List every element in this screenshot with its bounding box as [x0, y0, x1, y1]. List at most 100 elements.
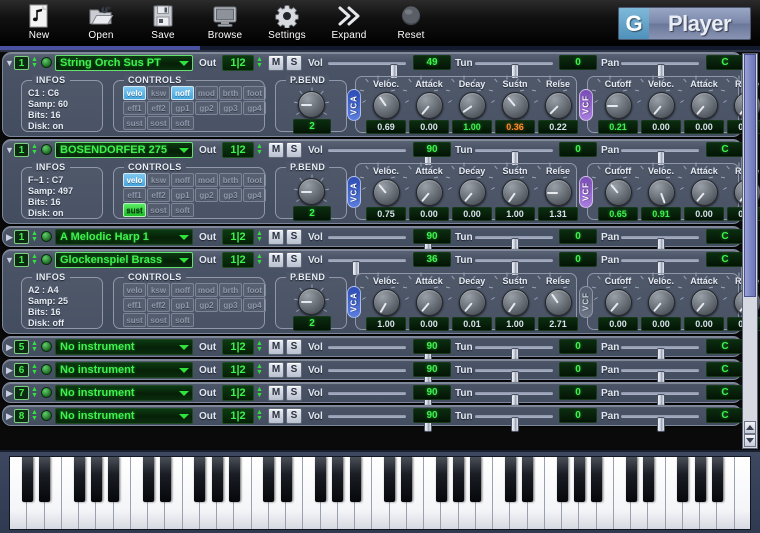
pan-slider[interactable]	[621, 392, 699, 395]
pan-slider[interactable]	[621, 346, 699, 349]
channel-strip[interactable]: ▶6▲▼No instrumentOut1|2▲▼MSVol90Tun0PanC	[2, 359, 742, 380]
black-key[interactable]	[212, 457, 223, 502]
tune-slider[interactable]	[475, 346, 553, 349]
instrument-select[interactable]: No instrument	[55, 339, 193, 355]
toolbar-button-new[interactable]: New	[8, 0, 70, 48]
pan-slider[interactable]	[621, 259, 699, 262]
chevron-down-icon[interactable]	[179, 258, 189, 263]
tune-slider[interactable]	[475, 392, 553, 395]
expand-arrow-icon[interactable]: ▼	[5, 58, 14, 68]
expand-arrow-icon[interactable]: ▶	[5, 365, 14, 375]
black-key[interactable]	[591, 457, 602, 502]
black-key[interactable]	[39, 457, 50, 502]
piano-keyboard[interactable]	[9, 456, 751, 530]
control-key-gp4[interactable]: gp4	[243, 298, 266, 312]
solo-button[interactable]: S	[286, 339, 302, 355]
tune-slider[interactable]	[475, 149, 553, 152]
output-stepper[interactable]: ▲▼	[255, 385, 264, 401]
solo-button[interactable]: S	[286, 252, 302, 268]
pan-slider[interactable]	[621, 369, 699, 372]
pitchbend-knob[interactable]	[298, 288, 325, 315]
pitchbend-knob[interactable]	[298, 91, 325, 118]
vcf-knob-1[interactable]	[648, 92, 675, 119]
vca-knob-1[interactable]	[416, 289, 443, 316]
output-stepper[interactable]: ▲▼	[255, 55, 264, 71]
vca-knob-0[interactable]	[373, 289, 400, 316]
volume-slider[interactable]	[328, 259, 406, 262]
black-key[interactable]	[436, 457, 447, 502]
volume-slider[interactable]	[328, 236, 406, 239]
output-select[interactable]: 1|2	[222, 408, 254, 424]
solo-button[interactable]: S	[286, 229, 302, 245]
solo-button[interactable]: S	[286, 55, 302, 71]
control-key-velo[interactable]: velo	[123, 86, 146, 100]
vca-knob-3[interactable]	[502, 92, 529, 119]
instrument-select[interactable]: No instrument	[55, 408, 193, 424]
control-key-ksw[interactable]: ksw	[147, 86, 170, 100]
vcf-knob-2[interactable]	[691, 289, 718, 316]
vca-knob-4[interactable]	[545, 289, 572, 316]
control-key-brth[interactable]: brth	[219, 86, 242, 100]
control-key-eff2[interactable]: eff2	[147, 101, 170, 115]
black-key[interactable]	[160, 457, 171, 502]
vca-knob-2[interactable]	[459, 92, 486, 119]
volume-slider[interactable]	[328, 415, 406, 418]
volume-slider[interactable]	[328, 392, 406, 395]
control-key-gp1[interactable]: gp1	[171, 188, 194, 202]
white-key[interactable]	[735, 457, 751, 530]
pitchbend-knob[interactable]	[298, 178, 325, 205]
mute-button[interactable]: M	[268, 55, 284, 71]
control-key-soft[interactable]: soft	[171, 116, 194, 130]
pan-slider-thumb[interactable]	[657, 417, 665, 432]
scrollbar-thumb[interactable]	[744, 54, 756, 297]
control-key-sost[interactable]: sost	[147, 313, 170, 327]
solo-button[interactable]: S	[286, 385, 302, 401]
control-key-eff1[interactable]: eff1	[123, 298, 146, 312]
output-select[interactable]: 1|2	[222, 55, 254, 71]
control-key-sost[interactable]: sost	[147, 203, 170, 217]
black-key[interactable]	[677, 457, 688, 502]
black-key[interactable]	[315, 457, 326, 502]
channel-number-stepper[interactable]: ▲▼	[30, 56, 39, 70]
mute-button[interactable]: M	[268, 362, 284, 378]
output-stepper[interactable]: ▲▼	[255, 362, 264, 378]
control-key-sust[interactable]: sust	[123, 116, 146, 130]
volume-slider[interactable]	[328, 149, 406, 152]
tune-slider[interactable]	[475, 259, 553, 262]
vcf-knob-1[interactable]	[648, 179, 675, 206]
toolbar-button-open[interactable]: Open	[70, 0, 132, 48]
chevron-down-icon[interactable]	[179, 345, 189, 350]
black-key[interactable]	[91, 457, 102, 502]
tune-slider[interactable]	[475, 415, 553, 418]
black-key[interactable]	[350, 457, 361, 502]
control-key-foot[interactable]: foot	[243, 283, 266, 297]
output-select[interactable]: 1|2	[222, 362, 254, 378]
control-key-mod[interactable]: mod	[195, 86, 218, 100]
black-key[interactable]	[557, 457, 568, 502]
pan-slider[interactable]	[621, 415, 699, 418]
vcf-knob-0[interactable]	[605, 289, 632, 316]
pan-slider[interactable]	[621, 149, 699, 152]
channel-strip[interactable]: ▶7▲▼No instrumentOut1|2▲▼MSVol90Tun0PanC	[2, 382, 742, 403]
channel-strip[interactable]: ▼1▲▼String Orch Sus PTOut1|2▲▼MSVol49Tun…	[2, 52, 742, 137]
solo-button[interactable]: S	[286, 142, 302, 158]
expand-arrow-icon[interactable]: ▶	[5, 232, 14, 242]
black-key[interactable]	[522, 457, 533, 502]
control-key-eff2[interactable]: eff2	[147, 188, 170, 202]
channel-strip[interactable]: ▼1▲▼Glockenspiel BrassOut1|2▲▼MSVol36Tun…	[2, 249, 742, 334]
chevron-down-icon[interactable]	[179, 368, 189, 373]
scroll-down-button[interactable]	[744, 434, 756, 447]
control-key-velo[interactable]: velo	[123, 173, 146, 187]
solo-button[interactable]: S	[286, 408, 302, 424]
control-key-noff[interactable]: noff	[171, 283, 194, 297]
vca-knob-3[interactable]	[502, 289, 529, 316]
expand-arrow-icon[interactable]: ▶	[5, 388, 14, 398]
black-key[interactable]	[712, 457, 723, 502]
control-key-soft[interactable]: soft	[171, 313, 194, 327]
chevron-down-icon[interactable]	[179, 61, 189, 66]
mute-button[interactable]: M	[268, 252, 284, 268]
output-stepper[interactable]: ▲▼	[255, 229, 264, 245]
control-key-eff2[interactable]: eff2	[147, 298, 170, 312]
mute-button[interactable]: M	[268, 339, 284, 355]
expand-arrow-icon[interactable]: ▼	[5, 145, 14, 155]
